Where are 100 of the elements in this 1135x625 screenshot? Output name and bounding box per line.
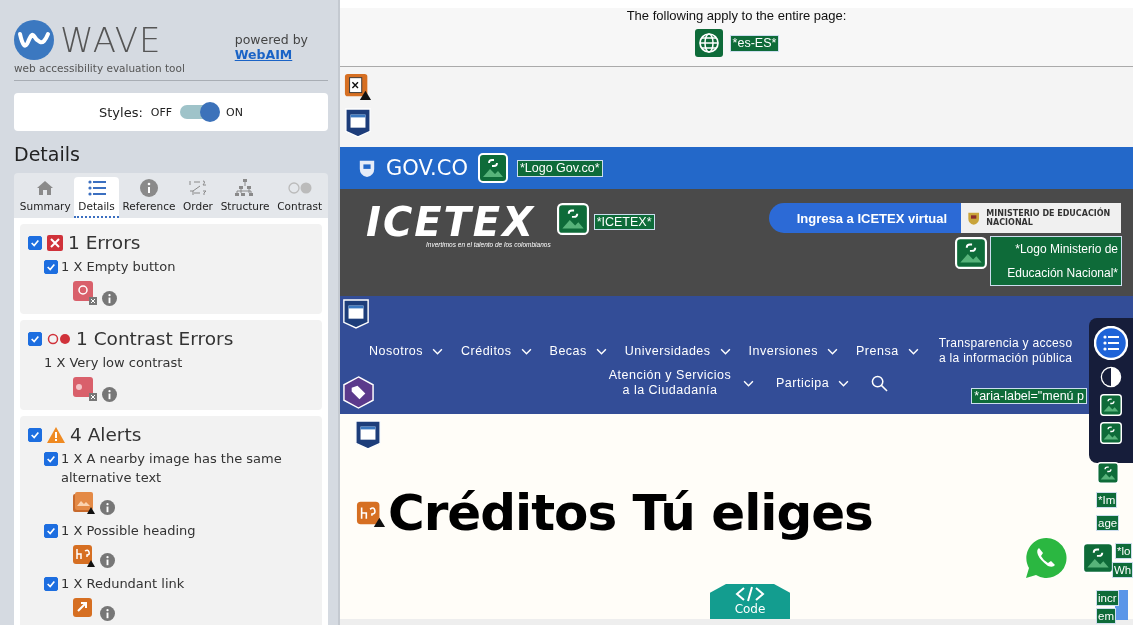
chevron-down-icon [743,379,754,387]
alt-text-fragment: *Im [1097,493,1117,507]
issue-text: 1 X Redundant link [61,575,185,593]
heading-alert-icon[interactable] [72,544,96,568]
alt-text-fragment: age [1097,516,1119,530]
globe-icon[interactable] [694,29,723,57]
landmark-icon[interactable] [354,419,382,451]
checkmark-icon [46,579,56,589]
chevron-down-icon [595,347,607,355]
checkbox[interactable] [44,260,58,274]
structure-icon [235,179,256,197]
checkbox[interactable] [28,427,42,442]
alert-icon [47,426,65,443]
page-notice: The following apply to the entire page: [626,8,847,23]
issue-text: 1 X A nearby image has the same alternative text [61,450,283,487]
group-title: 4 Alerts [70,424,142,445]
alt-text-label: *Logo Ministerio de Educación Nacional* [991,237,1121,285]
image-alert-icon[interactable] [72,491,96,515]
linked-image-icon[interactable] [1100,394,1122,416]
icetex-logo-text: ICETEX [366,203,535,241]
ministry-logo[interactable]: MINISTERIO DE EDUCACIÓN NACIONAL [961,203,1121,233]
search-icon[interactable] [871,374,889,392]
list-icon[interactable] [1094,326,1128,360]
checkbox[interactable] [44,577,58,591]
empty-button-icon[interactable] [72,280,98,306]
linked-image-icon[interactable] [1097,462,1119,484]
contrast-error-icon[interactable] [72,376,98,402]
group-title: 1 Errors [68,232,141,253]
info-icon[interactable] [100,606,115,621]
tab[interactable]: Details [74,177,119,218]
aria-label-text: *aria-label="menú p [972,389,1086,403]
nav-link[interactable]: Transparencia y acceso a la información pública [936,336,1075,366]
checkbox[interactable] [44,524,58,538]
contrast-icon[interactable] [1100,366,1122,388]
nav-link[interactable]: Nosotros [369,343,444,359]
linked-image-icon[interactable] [477,153,508,183]
navigation-landmark-icon[interactable] [342,298,370,330]
alt-text-fragment: Wh [1113,563,1133,577]
alt-text-fragment: *lo [1116,544,1132,558]
chevron-down-icon [827,347,838,355]
chevron-down-icon [719,347,731,355]
whatsapp-icon[interactable] [1024,536,1068,580]
document-alert-icon[interactable] [344,73,372,101]
nav-link[interactable]: Participa [776,375,850,391]
chevron-down-icon [907,347,919,355]
error-icon [47,234,63,251]
linked-image-icon[interactable] [1100,422,1122,444]
checkmark-icon [30,237,40,248]
info-icon [139,179,158,197]
alt-text-label: *ICETEX* [594,215,654,229]
webaim-link[interactable]: WebAIM [234,47,308,62]
tab[interactable]: Order [179,177,217,218]
nav-link[interactable]: Prensa [856,343,919,359]
section-heading: Details [14,143,81,165]
icetex-virtual-button[interactable]: Ingresa a ICETEX virtual [768,203,961,233]
gov-co-logo[interactable]: GOV.CO [386,156,468,180]
landmark-icon[interactable] [344,107,372,139]
off-label: OFF [150,105,173,119]
linked-image-icon[interactable] [955,237,987,269]
styles-toggle[interactable] [180,105,219,119]
tag-icon[interactable] [342,376,375,409]
tab[interactable]: Summary [16,177,75,218]
linked-image-icon[interactable] [1082,542,1114,574]
ministry-name: MINISTERIO DE EDUCACIÓN NACIONAL [986,209,1112,227]
tab[interactable]: Reference [118,177,180,218]
checkbox[interactable] [28,235,42,250]
checkmark-icon [30,333,40,344]
contrast-error-icon [47,332,71,345]
info-icon[interactable] [100,553,115,568]
nav-link[interactable]: Inversiones [748,343,838,359]
info-icon[interactable] [100,500,115,515]
info-icon[interactable] [102,291,117,306]
checkbox[interactable] [44,452,58,466]
checkmark-icon [46,454,56,464]
issue-text: 1 X Empty button [61,258,176,276]
alt-text-label: *Logo Gov.co* [517,160,602,176]
crest-icon [358,158,376,178]
nav-link[interactable]: Becas [549,343,607,359]
home-icon [36,179,55,197]
chevron-down-icon [520,347,532,355]
linked-image-icon[interactable] [556,203,589,235]
issue-text: 1 X Possible heading [61,522,196,540]
tab[interactable]: Contrast [273,177,326,218]
list-icon [87,179,106,197]
chevron-down-icon [838,379,850,387]
nav-link[interactable]: Créditos [461,343,532,359]
issue-text: 1 X Very low contrast [44,354,183,372]
styles-label: Styles: [99,104,143,120]
checkmark-icon [46,526,56,536]
code-icon [735,586,765,602]
info-icon[interactable] [102,387,117,402]
checkbox[interactable] [28,331,42,346]
alt-text-fragment: incr [1097,591,1118,605]
tab[interactable]: Structure [216,177,274,218]
on-label: ON [226,105,243,119]
order-icon [188,179,208,197]
group-title: 1 Contrast Errors [76,328,234,349]
nav-link[interactable]: Atención y Servicios a la Ciudadanía [606,368,754,398]
chevron-down-icon [432,347,444,355]
nav-link[interactable]: Universidades [624,343,731,359]
